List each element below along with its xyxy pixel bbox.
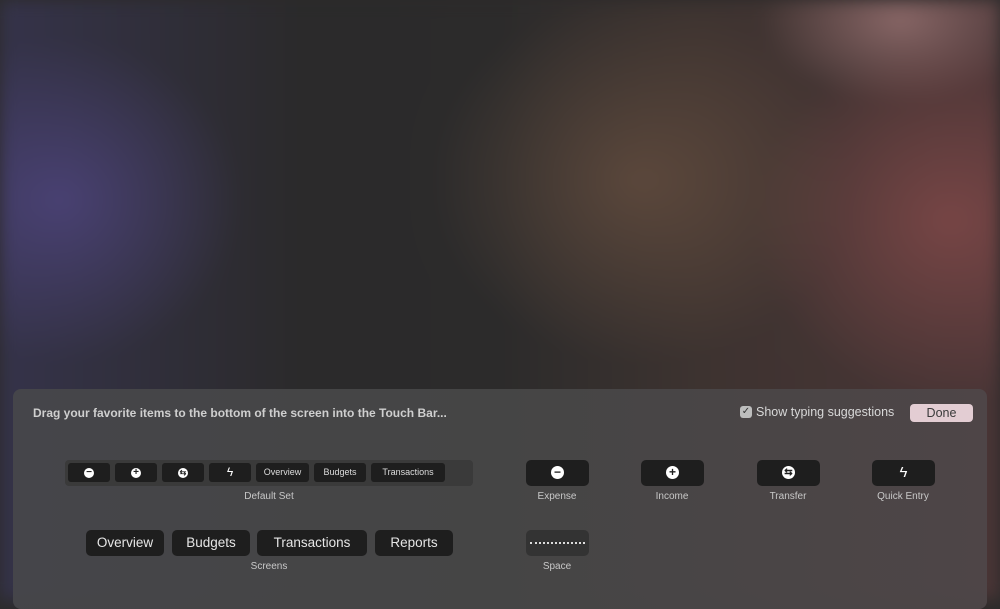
plus-circle-icon: + [131,467,141,478]
default-transactions-item[interactable]: Transactions [371,463,445,482]
expense-label: Expense [537,491,577,502]
quick-entry-label: Quick Entry [877,491,929,502]
space-label: Space [542,561,572,572]
screen-transactions-item[interactable]: Transactions [257,530,367,556]
instruction-text: Drag your favorite items to the bottom o… [33,406,447,420]
bolt-icon: ϟ [226,465,234,479]
show-typing-suggestions-label[interactable]: Show typing suggestions [756,405,894,419]
expense-item[interactable]: − [526,460,589,486]
transfer-icon: ⇆ [178,467,188,478]
default-transfer-item[interactable]: ⇆ [162,463,204,482]
bolt-icon: ϟ [899,464,908,481]
default-income-item[interactable]: + [115,463,157,482]
plus-circle-icon: + [666,466,679,480]
minus-circle-icon: − [551,466,564,480]
income-item[interactable]: + [641,460,704,486]
show-typing-suggestions-checkbox[interactable]: ✓ [740,406,752,418]
default-expense-item[interactable]: − [68,463,110,482]
transfer-item[interactable]: ⇆ [757,460,820,486]
screen-overview-item[interactable]: Overview [86,530,164,556]
transfer-icon: ⇆ [782,466,795,480]
touch-bar-customization-panel: Drag your favorite items to the bottom o… [13,389,987,609]
transfer-label: Transfer [769,491,807,502]
space-item[interactable] [526,530,589,556]
default-quick-entry-item[interactable]: ϟ [209,463,251,482]
done-button[interactable]: Done [910,404,973,422]
default-set-bar[interactable]: − + ⇆ ϟ Overview Budgets Transactions [65,460,473,486]
screens-label: Screens [250,561,288,572]
screen-reports-item[interactable]: Reports [375,530,453,556]
default-budgets-item[interactable]: Budgets [314,463,366,482]
screen-budgets-item[interactable]: Budgets [172,530,250,556]
income-label: Income [655,491,689,502]
dotted-line [530,542,585,544]
minus-circle-icon: − [84,467,94,478]
default-set-label: Default Set [244,491,294,502]
quick-entry-item[interactable]: ϟ [872,460,935,486]
default-overview-item[interactable]: Overview [256,463,309,482]
